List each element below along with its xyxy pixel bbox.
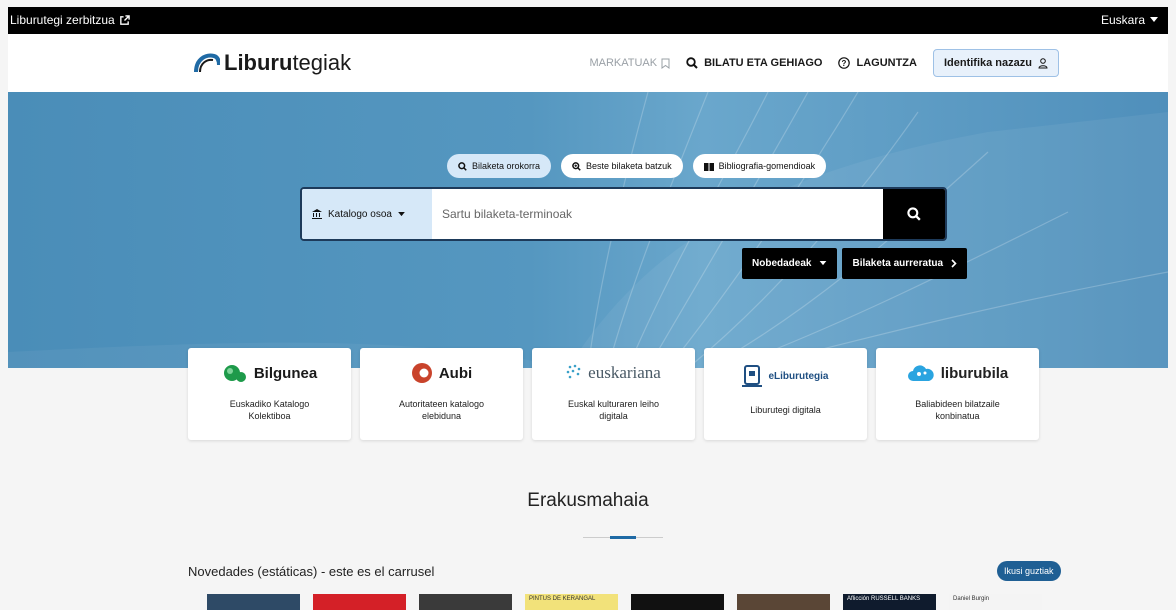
pill-general-search[interactable]: Bilaketa orokorra [447,154,552,178]
book-cover[interactable] [313,594,406,610]
site-logo[interactable]: Liburutegiak [194,50,351,76]
book-cover[interactable] [207,594,300,610]
book-cover[interactable]: PINTUS DE KERANGAL [525,594,618,610]
bilgunea-logo-icon [223,365,246,382]
card-eliburutegia[interactable]: eLiburutegia Liburutegi digitala [704,348,867,440]
showcase-title: Erakusmahaia [527,490,649,511]
search-more-link[interactable]: BILATU ETA GEHIAGO [686,57,822,69]
search-icon [686,57,698,69]
logo-arc-icon [194,53,220,73]
eliburutegia-logo-icon [742,365,763,387]
card-description: Liburutegi digitala [750,405,821,415]
login-button[interactable]: Identifika nazazu [932,49,1059,77]
card-description: Autoritateen katalogo elebiduna [398,399,485,421]
card-brand-label: liburubila [940,364,1009,382]
search-input[interactable] [432,189,884,239]
library-building-icon [312,209,322,219]
marked-items-label: MARKATUAK [589,57,658,69]
card-aubi[interactable]: Aubi Autoritateen katalogo elebiduna [360,348,523,440]
caret-down-icon [820,261,827,266]
library-service-label: Liburutegi zerbitzua [10,13,115,27]
site-header: Liburutegiak MARKATUAK BILATU ETA GEHIAG… [8,34,1168,92]
search-submit-button[interactable] [883,189,945,239]
title-divider [583,536,663,539]
pill-other-searches[interactable]: Beste bilaketa batzuk [561,154,683,178]
help-label: LAGUNTZA [856,57,917,69]
user-icon [1038,57,1048,68]
logo-light-text: tegiak [292,50,352,75]
card-brand-label: Aubi [438,364,473,382]
pill-other-label: Beste bilaketa batzuk [586,161,672,171]
book-icon [703,162,714,171]
card-description: Euskal kulturaren leiho digitala [567,399,660,421]
card-bilgunea[interactable]: Bilgunea Euskadiko Katalogo Kolektiboa [188,348,351,440]
book-cover[interactable]: Aflicción RUSSELL BANKS [843,594,936,610]
caret-down-icon [1150,17,1158,22]
card-description: Baliabideen bilatzaile konbinatua [915,399,1000,421]
book-cover[interactable] [631,594,724,610]
top-bar: Liburutegi zerbitzua Euskara [8,7,1168,34]
language-selector[interactable]: Euskara [1101,13,1158,27]
card-brand-label: Bilgunea [253,364,318,382]
external-link-icon [119,14,130,25]
caret-down-icon [398,211,405,216]
book-cover[interactable]: Daniel Burgin [949,594,1042,610]
pill-bibliography-label: Bibliografia-gomendioak [718,161,816,171]
language-label: Euskara [1100,13,1145,27]
book-cover[interactable] [737,594,830,610]
card-brand-label: euskariana [588,363,661,382]
library-service-link[interactable]: Liburutegi zerbitzua [10,13,130,27]
card-description: Euskadiko Katalogo Kolektiboa [229,399,310,421]
hero-action-buttons: Nobedadeak Bilaketa aurreratua [742,248,968,279]
logo-bold-text: Liburu [224,50,293,75]
catalog-selector-label: Katalogo osoa [328,208,392,220]
search-icon [458,161,467,171]
catalog-selector[interactable]: Katalogo osoa [302,189,432,239]
euskariana-dots-icon [566,364,581,379]
card-liburubila[interactable]: liburubila Baliabideen bilatzaile konbin… [876,348,1039,440]
search-more-label: BILATU ETA GEHIAGO [704,57,823,69]
news-label: Nobedadeak [752,258,812,269]
search-plus-icon [572,161,581,171]
card-brand-label: eLiburutegia [768,370,829,382]
help-link[interactable]: ? LAGUNTZA [838,57,917,69]
advanced-search-label: Bilaketa aurreratua [852,258,944,269]
card-euskariana[interactable]: euskariana Euskal kulturaren leiho digit… [532,348,695,440]
chevron-right-icon [951,259,957,268]
bookmark-icon [661,58,670,69]
aubi-logo-icon [411,363,432,383]
see-all-button[interactable]: Ikusi guztiak [997,561,1061,581]
carousel-title: Novedades (estáticas) - este es el carru… [188,564,435,579]
marked-items-link[interactable]: MARKATUAK [589,57,670,69]
pill-bibliography[interactable]: Bibliografia-gomendioak [692,154,827,178]
svg-text:?: ? [842,59,847,68]
hero-banner: Bilaketa orokorra Beste bilaketa batzuk … [8,92,1168,368]
service-cards: Bilgunea Euskadiko Katalogo Kolektiboa A… [188,348,1039,440]
search-box: Katalogo osoa [300,187,947,241]
login-label: Identifika nazazu [943,57,1032,69]
cloud-logo-icon [907,365,934,381]
book-cover[interactable] [419,594,512,610]
pill-general-label: Bilaketa orokorra [472,161,541,171]
title-divider-accent [610,536,636,539]
search-icon [907,207,921,221]
help-icon: ? [838,57,851,69]
news-dropdown-button[interactable]: Nobedadeak [742,248,838,279]
advanced-search-button[interactable]: Bilaketa aurreratua [842,248,968,279]
main-nav: MARKATUAK BILATU ETA GEHIAGO ? LAGUNTZA … [589,49,1059,77]
search-mode-pills: Bilaketa orokorra Beste bilaketa batzuk … [447,154,827,178]
book-carousel: PINTUS DE KERANGAL Aflicción RUSSELL BANK… [207,594,1042,610]
